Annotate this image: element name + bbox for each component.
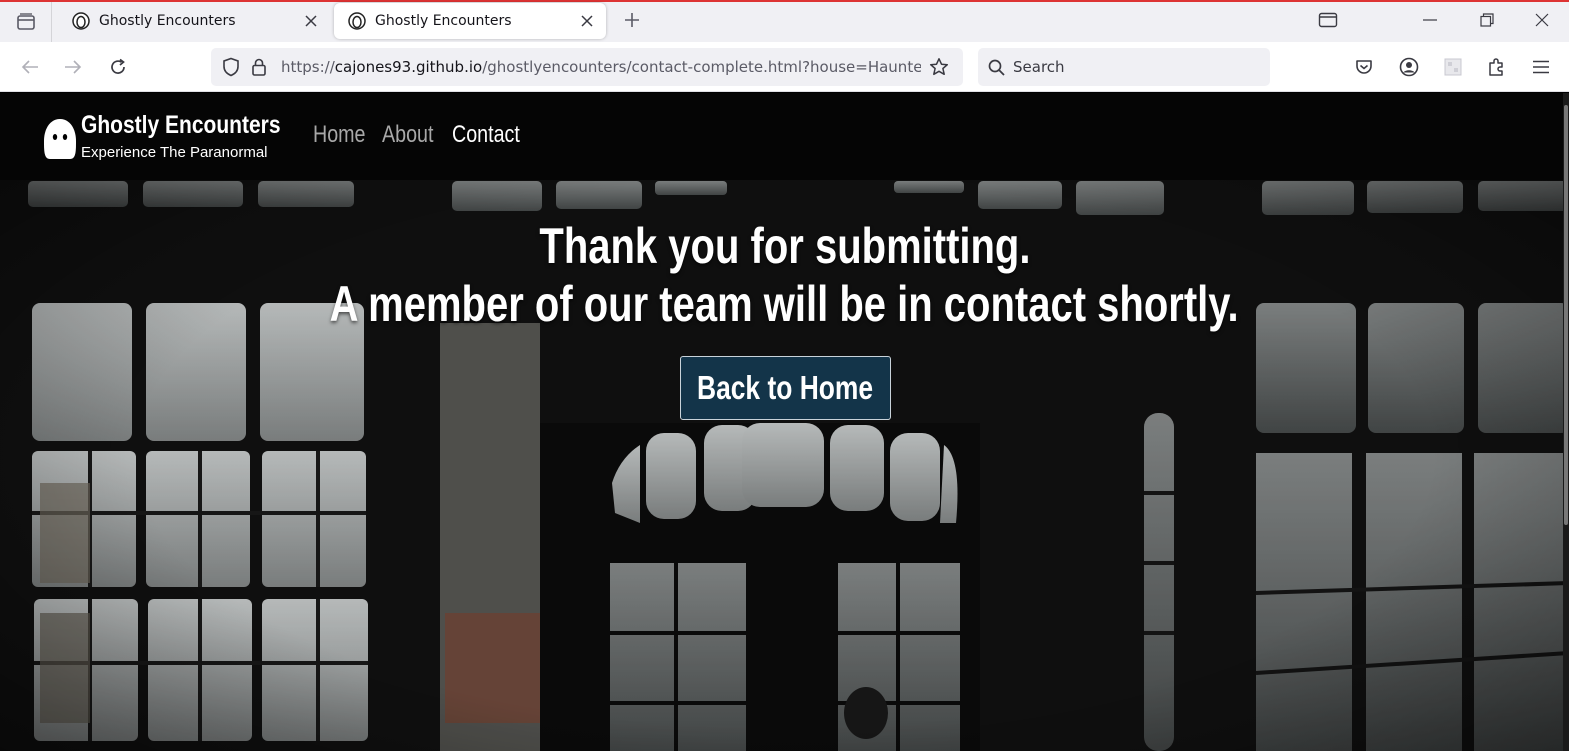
ghost-favicon-icon xyxy=(348,12,366,30)
minimize-window-icon[interactable] xyxy=(1410,4,1450,36)
web-page: Ghostly Encounters Experience The Parano… xyxy=(0,93,1569,751)
url-scheme: https:// xyxy=(281,58,335,76)
ghost-logo-icon[interactable] xyxy=(42,117,78,161)
close-tab-icon[interactable] xyxy=(578,12,596,30)
reload-icon[interactable] xyxy=(103,52,133,82)
brand-title[interactable]: Ghostly Encounters xyxy=(81,111,281,140)
confirmation-subheading: A member of our team will be in contact … xyxy=(0,275,1569,333)
search-bar[interactable]: Search xyxy=(978,48,1270,86)
browser-tab-2[interactable]: Ghostly Encounters xyxy=(334,3,606,39)
browser-tab-1[interactable]: Ghostly Encounters xyxy=(58,3,330,39)
close-window-icon[interactable] xyxy=(1522,4,1562,36)
nav-link-home[interactable]: Home xyxy=(313,121,366,149)
extension-icon[interactable] xyxy=(1438,52,1468,82)
restore-window-icon[interactable] xyxy=(1467,4,1507,36)
back-to-home-button[interactable]: Back to Home xyxy=(680,356,891,420)
search-placeholder: Search xyxy=(1013,58,1065,76)
account-icon[interactable] xyxy=(1394,52,1424,82)
confirmation-heading: Thank you for submitting. xyxy=(0,217,1569,275)
page-scrollbar[interactable] xyxy=(1563,93,1569,751)
confirmation-line-2: A member of our team will be in contact … xyxy=(329,276,1240,332)
haunted-hall-background-image xyxy=(0,93,1569,751)
browser-tab-strip: Ghostly Encounters Ghostly Encounters xyxy=(0,0,1569,42)
forward-arrow-icon[interactable] xyxy=(58,52,88,82)
confirmation-line-1: Thank you for submitting. xyxy=(538,218,1031,274)
close-tab-icon[interactable] xyxy=(302,12,320,30)
search-icon xyxy=(988,59,1005,76)
hamburger-menu-icon[interactable] xyxy=(1526,52,1556,82)
new-tab-plus-icon[interactable] xyxy=(618,6,646,34)
nav-link-contact[interactable]: Contact xyxy=(452,121,520,149)
tab-overview-icon[interactable] xyxy=(0,2,52,42)
brand-subtitle: Experience The Paranormal xyxy=(81,144,268,161)
address-bar[interactable]: https://cajones93.github.io/ghostlyencou… xyxy=(211,48,963,86)
bookmark-star-icon[interactable] xyxy=(927,55,951,79)
tab-title: Ghostly Encounters xyxy=(375,13,512,29)
lock-icon[interactable] xyxy=(247,55,271,79)
browser-toolbar: https://cajones93.github.io/ghostlyencou… xyxy=(0,42,1569,92)
extension-puzzle-icon[interactable] xyxy=(1482,52,1512,82)
back-arrow-icon[interactable] xyxy=(15,52,45,82)
url-text[interactable]: https://cajones93.github.io/ghostlyencou… xyxy=(281,58,921,76)
back-to-home-label: Back to Home xyxy=(697,369,874,406)
tab-title: Ghostly Encounters xyxy=(99,13,236,29)
site-navbar: Ghostly Encounters Experience The Parano… xyxy=(0,93,1569,180)
tracking-shield-icon[interactable] xyxy=(219,55,243,79)
tab-list-icon[interactable] xyxy=(1308,4,1348,36)
nav-link-about[interactable]: About xyxy=(382,121,433,149)
pocket-icon[interactable] xyxy=(1349,52,1379,82)
url-domain: cajones93.github.io xyxy=(334,58,483,76)
url-path: /ghostlyencounters/contact-complete.html… xyxy=(482,58,921,76)
scrollbar-thumb[interactable] xyxy=(1564,105,1568,525)
ghost-favicon-icon xyxy=(72,12,90,30)
